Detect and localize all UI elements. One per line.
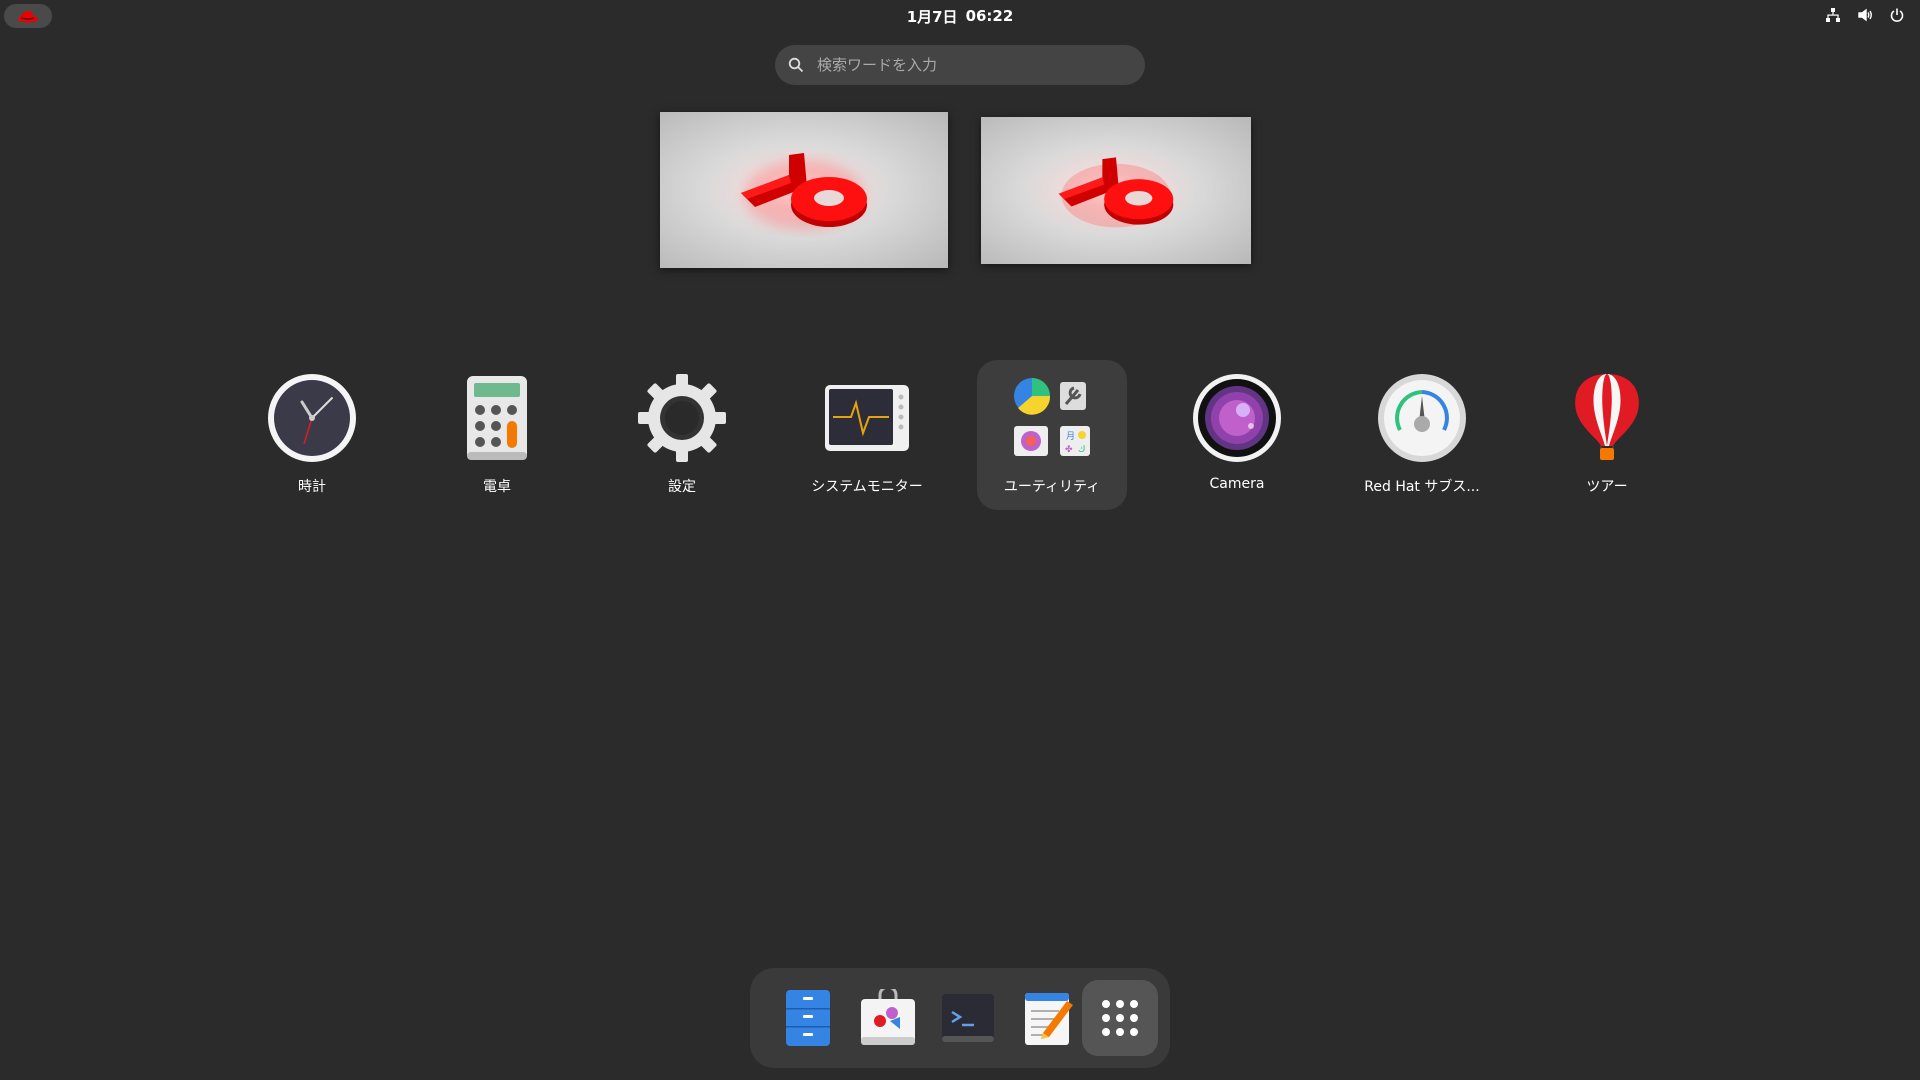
search-bar[interactable]: [775, 45, 1145, 85]
app-label: システムモニター: [811, 479, 923, 495]
app-label: 時計: [298, 479, 326, 495]
app-settings[interactable]: 設定: [607, 360, 757, 510]
utilities-folder-icon: 月 ✤ ك: [1004, 370, 1100, 466]
app-label: ユーティリティ: [1003, 479, 1101, 495]
calculator-icon: [449, 370, 545, 466]
app-redhat-subscription[interactable]: Red Hat サブス...: [1347, 360, 1497, 510]
gear-icon: [634, 370, 730, 466]
app-clock[interactable]: 時計: [237, 360, 387, 510]
app-label: Red Hat サブス...: [1364, 479, 1480, 495]
camera-icon: [1189, 370, 1285, 466]
app-tour[interactable]: ツアー: [1532, 360, 1682, 510]
disk-usage-icon: [1014, 378, 1051, 415]
dock-software[interactable]: [850, 980, 926, 1056]
characters-icon: 月 ✤ ك: [1060, 426, 1090, 456]
search-input[interactable]: [815, 55, 1119, 75]
app-label: 設定: [668, 479, 696, 495]
volume-icon[interactable]: [1856, 6, 1874, 24]
date-label: 1月7日: [906, 7, 958, 26]
workspace-thumbnail-1[interactable]: [660, 112, 948, 268]
show-apps-grid-icon: [1102, 1000, 1138, 1036]
system-monitor-icon: [819, 370, 915, 466]
system-tray[interactable]: [1824, 6, 1906, 24]
tweaks-icon: [1060, 382, 1086, 410]
app-label: 電卓: [483, 479, 511, 495]
workspace-thumbnail-2[interactable]: [981, 117, 1251, 264]
app-folder-utilities[interactable]: 月 ✤ ك ユーティリティ: [977, 360, 1127, 510]
hot-air-balloon-icon: [1559, 370, 1655, 466]
dock-text-editor[interactable]: [1010, 980, 1086, 1056]
image-viewer-icon: [1014, 426, 1048, 456]
rhel-10-wallpaper-icon: [1058, 156, 1174, 227]
dock-show-apps[interactable]: [1082, 980, 1158, 1056]
top-bar: 1月7日 06:22: [0, 0, 1920, 32]
terminal-icon: [942, 994, 994, 1042]
subscription-gauge-icon: [1374, 370, 1470, 466]
software-store-icon: [861, 989, 915, 1045]
app-system-monitor[interactable]: システムモニター: [792, 360, 942, 510]
search-icon: [787, 56, 805, 74]
power-icon[interactable]: [1888, 6, 1906, 24]
dock-files[interactable]: [770, 980, 846, 1056]
text-editor-icon: [1025, 993, 1073, 1045]
svg-text:✤: ✤: [1065, 445, 1073, 455]
dock: [750, 968, 1170, 1068]
clock-icon: [264, 370, 360, 466]
files-icon: [786, 990, 830, 1046]
app-camera[interactable]: Camera: [1162, 360, 1312, 510]
app-calculator[interactable]: 電卓: [422, 360, 572, 510]
app-label: ツアー: [1586, 479, 1628, 495]
time-label: 06:22: [965, 7, 1014, 25]
rhel-10-wallpaper-icon: [741, 153, 867, 230]
app-label: Camera: [1209, 476, 1265, 492]
dock-terminal[interactable]: [930, 980, 1006, 1056]
svg-text:ك: ك: [1078, 445, 1085, 455]
svg-text:月: 月: [1066, 431, 1075, 442]
date-time[interactable]: 1月7日 06:22: [0, 0, 1920, 32]
network-icon[interactable]: [1824, 6, 1842, 24]
